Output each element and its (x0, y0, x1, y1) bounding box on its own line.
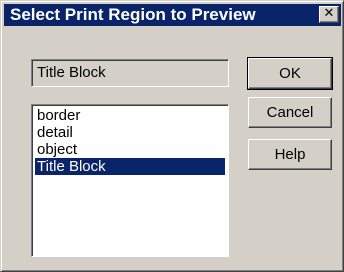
region-listbox[interactable]: border detail object Title Block (31, 104, 229, 257)
ok-button[interactable]: OK (247, 57, 333, 90)
cancel-button[interactable]: Cancel (248, 97, 332, 128)
window-title: Select Print Region to Preview (10, 5, 256, 24)
help-button[interactable]: Help (248, 139, 332, 170)
selected-region-value: Title Block (37, 64, 106, 81)
list-item-border[interactable]: border (35, 107, 225, 124)
list-item-detail[interactable]: detail (35, 124, 225, 141)
list-item-title-block[interactable]: Title Block (35, 158, 225, 175)
close-icon[interactable]: ✕ (319, 6, 339, 23)
selected-region-field: Title Block (31, 59, 229, 87)
select-print-region-dialog: Select Print Region to Preview ✕ Title B… (0, 0, 344, 272)
title-bar[interactable]: Select Print Region to Preview ✕ (4, 4, 341, 26)
list-item-object[interactable]: object (35, 141, 225, 158)
